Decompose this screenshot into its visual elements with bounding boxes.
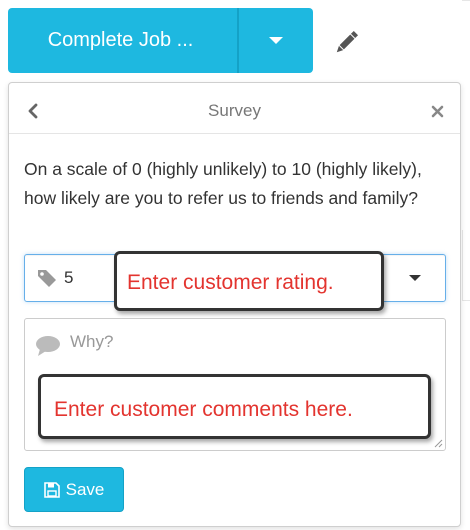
rating-value: 5 (64, 268, 74, 287)
survey-title: Survey (208, 101, 261, 120)
save-button[interactable]: Save (24, 467, 124, 512)
comments-annotation-text: Enter customer comments here. (54, 398, 353, 421)
save-label: Save (65, 479, 105, 499)
comments-annotation-callout: Enter customer comments here. (38, 374, 431, 439)
pencil-icon[interactable] (333, 30, 359, 56)
comment-icon (36, 336, 60, 356)
comments-placeholder: Why? (70, 332, 114, 351)
tag-icon (38, 270, 56, 287)
complete-job-button[interactable]: Complete Job ... (8, 8, 237, 73)
rating-annotation-text: Enter customer rating. (127, 271, 334, 294)
survey-question: On a scale of 0 (highly unlikely) to 10 … (24, 159, 422, 208)
caret-down-icon (409, 275, 421, 281)
survey-header: Survey (9, 83, 460, 134)
background-divider (462, 230, 463, 300)
complete-job-dropdown-toggle[interactable] (237, 8, 313, 73)
complete-job-split-button: Complete Job ... (8, 8, 313, 73)
background-divider (462, 300, 470, 301)
floppy-disk-icon (43, 481, 60, 498)
complete-job-label: Complete Job ... (47, 29, 194, 51)
resize-grip-icon[interactable] (433, 438, 443, 448)
close-icon[interactable] (431, 105, 444, 118)
rating-annotation-callout: Enter customer rating. (114, 251, 384, 311)
background-divider (462, 0, 470, 1)
caret-down-icon (269, 37, 283, 44)
